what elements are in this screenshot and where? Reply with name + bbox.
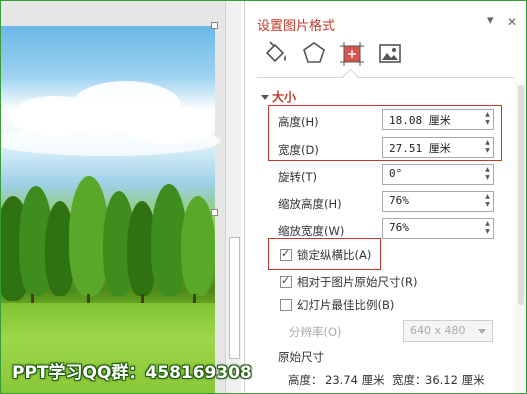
format-picture-pane: 设置图片格式 ▾ ✕ 大小 高度(H) 18.08 厘米 ▲ ▼ 宽度(D) 2… [244,1,527,393]
resize-handle[interactable] [211,209,218,216]
best-scale-checkbox[interactable] [280,299,292,311]
scale-width-value[interactable]: 76% [389,221,409,234]
chevron-down-icon[interactable] [478,329,486,334]
tab-divider [257,77,515,78]
slide-picture[interactable] [1,26,221,393]
rotation-value[interactable]: 0° [389,167,402,180]
original-height-label: 高度： [288,373,323,387]
scale-height-label: 缩放高度(H) [278,197,342,211]
pane-scrollbar-thumb[interactable] [518,85,524,305]
slide-editing-area[interactable] [1,1,241,393]
pane-options-dropdown-icon[interactable]: ▾ [487,13,494,28]
scale-height-value[interactable]: 76% [389,194,409,207]
original-width-value: 36.12 厘米 [425,373,485,387]
picture-icon[interactable] [375,39,405,69]
slide-scrollbar[interactable] [225,1,241,393]
original-height-value: 23.74 厘米 [325,373,385,387]
best-scale-label[interactable]: 幻灯片最佳比例(B) [297,297,394,313]
close-icon[interactable]: ✕ [507,15,517,29]
effects-icon[interactable] [299,39,329,69]
resolution-value: 640 x 480 [410,324,466,337]
relative-original-checkbox[interactable] [280,274,292,288]
collapse-arrow-icon [261,95,269,100]
spinner-arrows-icon[interactable]: ▲ ▼ [484,193,491,210]
watermark-text: PPT学习QQ群：458169308 [12,363,252,383]
resolution-dropdown[interactable]: 640 x 480 [403,320,493,342]
scale-width-spinner[interactable]: 76% ▲ ▼ [382,218,494,239]
scale-height-spinner[interactable]: 76% ▲ ▼ [382,191,494,212]
resolution-label: 分辨率(O) [289,325,342,339]
original-width-label: 宽度： [392,373,427,387]
size-properties-icon[interactable] [337,39,367,69]
section-title: 大小 [272,90,297,104]
fill-line-icon[interactable] [261,39,291,69]
spinner-arrows-icon[interactable]: ▲ ▼ [484,139,491,156]
cloud-shape [1,126,221,156]
spinner-arrows-icon[interactable]: ▲ ▼ [484,220,491,237]
relative-original-label[interactable]: 相对于图片原始尺寸(R) [297,274,417,290]
lock-aspect-label[interactable]: 锁定纵横比(A) [297,247,371,263]
pane-scrollbar[interactable] [515,81,527,393]
size-section-header[interactable]: 大小 [261,88,296,105]
width-label: 宽度(D) [278,143,319,157]
rotation-spinner[interactable]: 0° ▲ ▼ [382,164,494,185]
spinner-arrows-icon[interactable]: ▲ ▼ [484,111,491,128]
scale-width-label: 缩放宽度(W) [278,224,345,238]
width-value[interactable]: 27.51 厘米 [389,140,451,156]
tree-shape [181,196,215,296]
resize-handle[interactable] [211,22,218,29]
height-label: 高度(H) [278,115,319,129]
height-value[interactable]: 18.08 厘米 [389,112,451,128]
spinner-arrows-icon[interactable]: ▲ ▼ [484,166,491,183]
scrollbar-thumb[interactable] [229,237,240,359]
lock-aspect-checkbox[interactable] [280,247,292,261]
original-size-title: 原始尺寸 [278,350,324,364]
width-spinner[interactable]: 27.51 厘米 ▲ ▼ [382,137,494,158]
pane-title: 设置图片格式 [257,19,336,34]
rotation-label: 旋转(T) [278,170,317,184]
format-tabs [257,39,517,79]
height-spinner[interactable]: 18.08 厘米 ▲ ▼ [382,109,494,130]
